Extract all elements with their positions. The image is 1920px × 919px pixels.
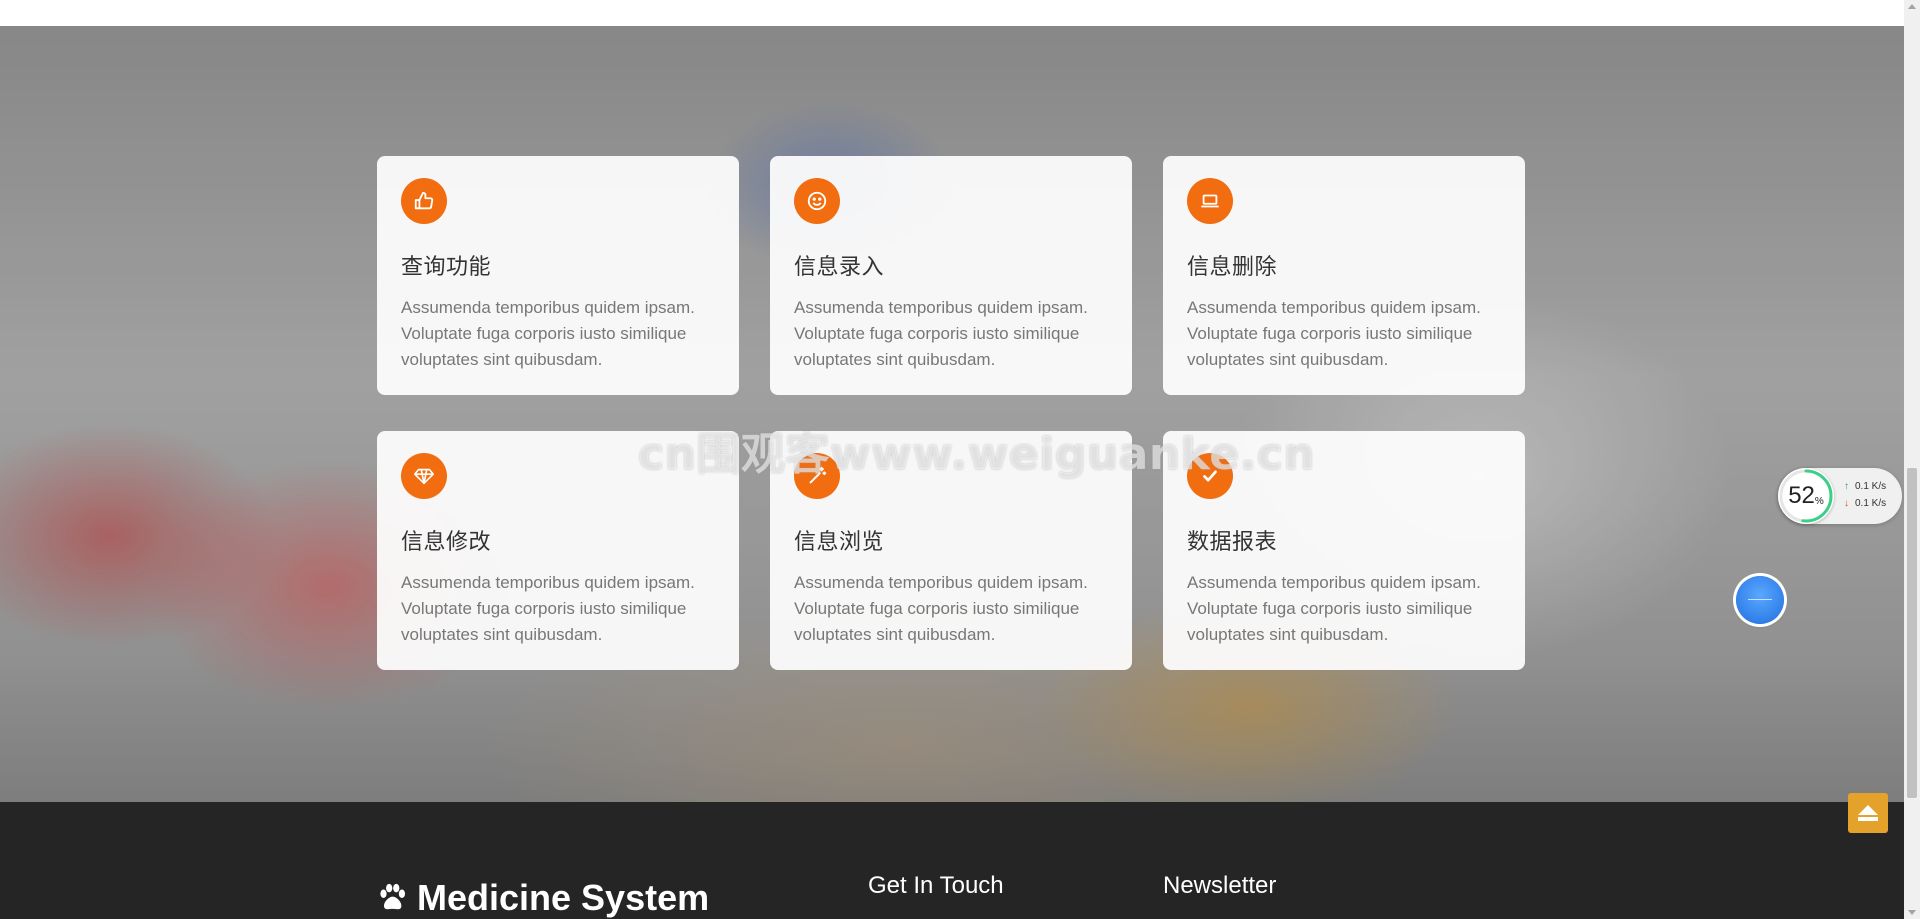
feature-card-query[interactable]: 查询功能 Assumenda temporibus quidem ipsam. … <box>377 156 739 395</box>
top-navbar <box>0 0 1904 26</box>
vertical-scrollbar[interactable] <box>1904 0 1920 919</box>
upload-speed-value: 0.1 K/s <box>1855 481 1887 492</box>
laptop-icon <box>1187 178 1233 224</box>
cpu-usage-gauge: 52 % <box>1778 468 1834 524</box>
feature-description: Assumenda temporibus quidem ipsam. Volup… <box>1187 573 1481 644</box>
diamond-icon <box>401 453 447 499</box>
arrow-up-icon: ↑ <box>1844 481 1849 492</box>
feature-description: Assumenda temporibus quidem ipsam. Volup… <box>794 573 1088 644</box>
site-watermark: cn围观客www.weiguanke.cn <box>638 429 1316 480</box>
usage-percent-unit: % <box>1814 495 1824 507</box>
paw-icon <box>380 883 406 910</box>
smile-icon <box>794 178 840 224</box>
back-to-top-button[interactable] <box>1848 793 1888 833</box>
feature-title: 信息删除 <box>1187 255 1278 280</box>
feature-title: 信息浏览 <box>794 530 885 555</box>
feature-description: Assumenda temporibus quidem ipsam. Volup… <box>794 298 1088 369</box>
feature-card-delete[interactable]: 信息删除 Assumenda temporibus quidem ipsam. … <box>1163 156 1525 395</box>
feature-title: 信息修改 <box>401 530 492 555</box>
feature-title: 数据报表 <box>1187 530 1278 555</box>
download-speed: ↓ 0.1 K/s <box>1844 498 1886 509</box>
usage-percent: 52 <box>1788 482 1815 509</box>
feature-description: Assumenda temporibus quidem ipsam. Volup… <box>1187 298 1481 369</box>
feature-description: Assumenda temporibus quidem ipsam. Volup… <box>401 573 695 644</box>
scrollbar-thumb[interactable] <box>1907 468 1917 798</box>
footer-brand[interactable]: Medicine System <box>375 877 709 919</box>
upload-speed: ↑ 0.1 K/s <box>1844 481 1886 492</box>
footer-brand-name: Medicine System <box>417 877 710 918</box>
floating-assistant-ball[interactable] <box>1736 576 1784 624</box>
features-section: 查询功能 Assumenda temporibus quidem ipsam. … <box>0 26 1904 802</box>
eject-up-icon <box>1858 805 1878 821</box>
feature-card-entry[interactable]: 信息录入 Assumenda temporibus quidem ipsam. … <box>770 156 1132 395</box>
feature-description: Assumenda temporibus quidem ipsam. Volup… <box>401 298 695 369</box>
network-speed-widget[interactable]: 52 % ↑ 0.1 K/s ↓ 0.1 K/s <box>1778 468 1902 524</box>
feature-title: 信息录入 <box>794 255 885 280</box>
feature-title: 查询功能 <box>401 255 492 280</box>
footer: Medicine System Get In Touch Newsletter <box>0 802 1904 919</box>
scroll-down-arrow[interactable] <box>1908 910 1916 915</box>
arrow-down-icon: ↓ <box>1844 498 1849 509</box>
scroll-up-arrow[interactable] <box>1908 4 1916 9</box>
footer-newsletter-heading: Newsletter <box>1163 872 1277 899</box>
thumbs-up-icon <box>401 178 447 224</box>
download-speed-value: 0.1 K/s <box>1855 498 1887 509</box>
footer-contact-heading: Get In Touch <box>868 872 1004 899</box>
